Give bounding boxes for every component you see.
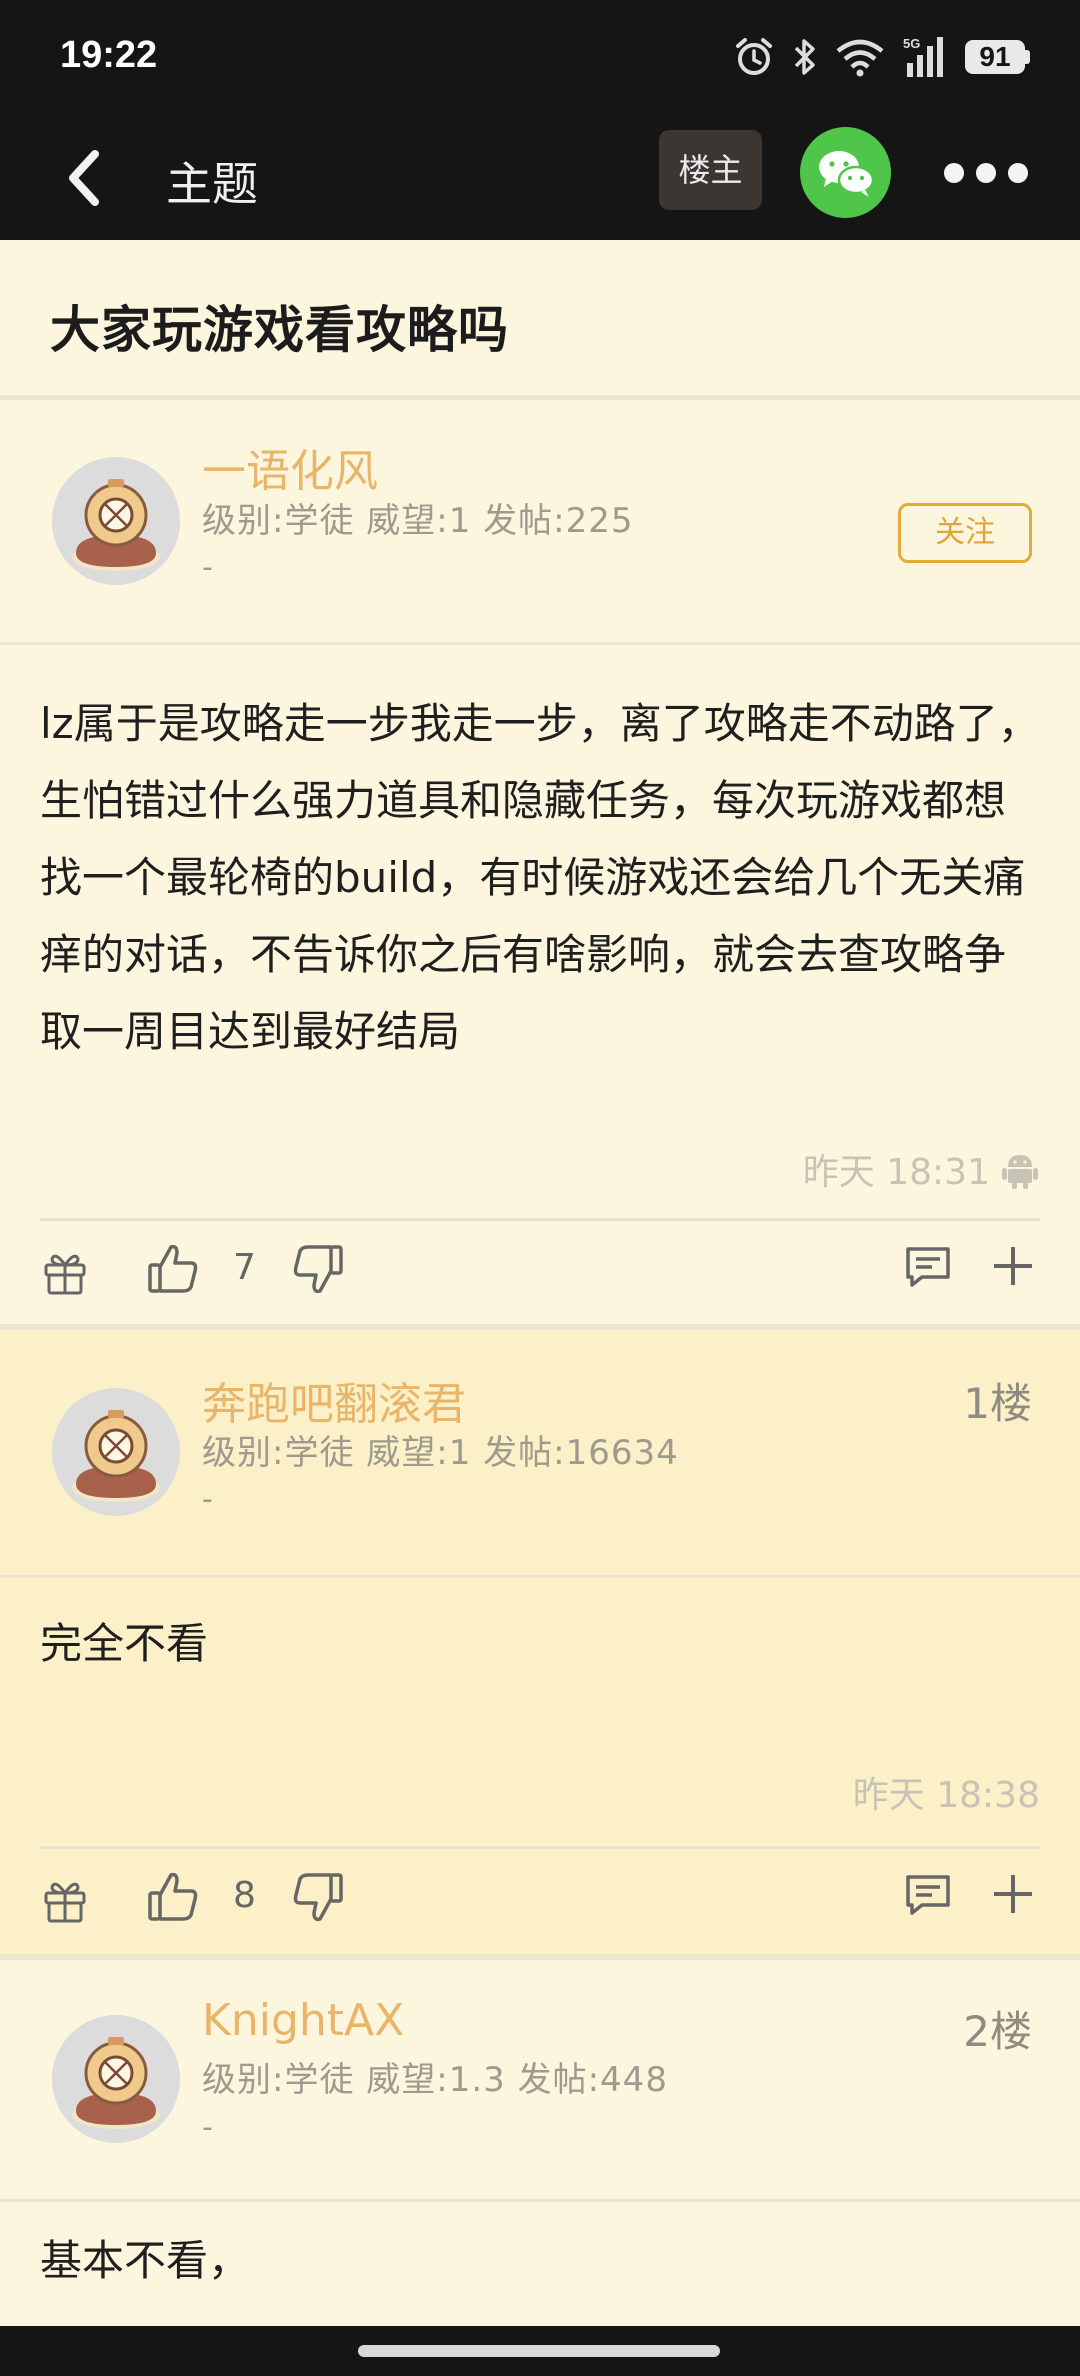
- username[interactable]: KnightAX: [202, 1995, 404, 2046]
- comment-icon[interactable]: [902, 1869, 954, 1921]
- reply-post: KnightAX 级别:学徒 威望:1.3 发帖:448 - 2楼 基本不看，: [0, 1960, 1080, 2326]
- topic-header: 大家玩游戏看攻略吗: [0, 240, 1080, 400]
- top-nav-bar: 主题 楼主: [0, 118, 1080, 240]
- topic-title: 大家玩游戏看攻略吗: [50, 301, 509, 359]
- gift-icon[interactable]: [40, 1875, 90, 1925]
- post-actions: 8: [0, 1849, 1080, 1949]
- username[interactable]: 一语化风: [202, 435, 378, 499]
- like-count: 8: [233, 1875, 256, 1916]
- user-stats: 级别:学徒 威望:1.3 发帖:448: [202, 2060, 668, 2100]
- status-time: 19:22: [60, 34, 158, 76]
- wechat-icon: [818, 150, 874, 197]
- reply-post: 奔跑吧翻滚君 级别:学徒 威望:1 发帖:16634 - 1楼 完全不看 昨天 …: [0, 1330, 1080, 1960]
- battery-level: 91: [965, 40, 1025, 74]
- plus-icon[interactable]: [990, 1871, 1036, 1917]
- post-user-header: 奔跑吧翻滚君 级别:学徒 威望:1 发帖:16634 - 1楼: [0, 1330, 1080, 1578]
- wifi-icon: [836, 39, 884, 77]
- post-timestamp: 昨天 18:38: [853, 1766, 1040, 1818]
- user-signature: -: [202, 2110, 213, 2145]
- thumbs-down-icon[interactable]: [290, 1241, 346, 1297]
- user-signature: -: [202, 550, 213, 585]
- diver-helmet-avatar-icon: [52, 1388, 180, 1516]
- post-content: 完全不看: [40, 1619, 209, 1668]
- thumbs-up-icon[interactable]: [145, 1241, 201, 1297]
- bluetooth-icon: [794, 39, 815, 75]
- wechat-share-button[interactable]: [800, 127, 891, 218]
- home-indicator[interactable]: [358, 2345, 720, 2357]
- android-icon: [1002, 1155, 1038, 1189]
- avatar[interactable]: [52, 2015, 180, 2143]
- plus-icon[interactable]: [990, 1243, 1036, 1289]
- chevron-left-icon: [69, 150, 99, 206]
- user-stats: 级别:学徒 威望:1 发帖:16634: [202, 1433, 679, 1473]
- username[interactable]: 奔跑吧翻滚君: [202, 1368, 466, 1432]
- comment-icon[interactable]: [902, 1241, 954, 1293]
- floor-number: 1楼: [963, 1379, 1032, 1428]
- thumbs-down-icon[interactable]: [290, 1869, 346, 1925]
- battery-icon: 91: [965, 40, 1030, 74]
- status-icons: 5G 91: [733, 32, 1030, 82]
- diver-helmet-avatar-icon: [52, 2015, 180, 2143]
- post-timestamp: 昨天 18:31: [803, 1143, 1040, 1195]
- post-actions: 7: [0, 1221, 1080, 1321]
- diver-helmet-avatar-icon: [52, 457, 180, 585]
- svg-text:5G: 5G: [903, 36, 920, 51]
- avatar[interactable]: [52, 1388, 180, 1516]
- alarm-icon: [736, 38, 772, 75]
- follow-button[interactable]: 关注: [898, 503, 1032, 563]
- user-signature: -: [202, 1482, 213, 1517]
- status-bar: 19:22 5G 91: [0, 0, 1080, 118]
- cellular-signal-icon: 5G: [903, 36, 943, 77]
- user-stats: 级别:学徒 威望:1 发帖:225: [202, 501, 634, 541]
- back-button[interactable]: [48, 140, 118, 216]
- post-user-header: KnightAX 级别:学徒 威望:1.3 发帖:448 - 2楼: [0, 1960, 1080, 2202]
- post-content: lz属于是攻略走一步我走一步，离了攻略走不动路了，生怕错过什么强力道具和隐藏任务…: [40, 699, 1040, 1056]
- more-dot-icon: [1008, 163, 1028, 183]
- only-op-button[interactable]: 楼主: [659, 130, 762, 210]
- avatar[interactable]: [52, 457, 180, 585]
- gift-icon[interactable]: [40, 1247, 90, 1297]
- post-time-text: 昨天 18:31: [802, 1152, 990, 1193]
- original-post: 一语化风 级别:学徒 威望:1 发帖:225 - 关注 lz属于是攻略走一步我走…: [0, 405, 1080, 1330]
- post-time-text: 昨天 18:38: [852, 1775, 1040, 1816]
- like-count: 7: [233, 1247, 256, 1288]
- post-user-header: 一语化风 级别:学徒 威望:1 发帖:225 - 关注: [0, 405, 1080, 645]
- floor-number: 2楼: [963, 2007, 1032, 2056]
- post-content: 基本不看，: [40, 2236, 251, 2285]
- more-options-button[interactable]: [936, 148, 1036, 198]
- more-dot-icon: [976, 163, 996, 183]
- gesture-nav-bar: [0, 2326, 1080, 2376]
- page-title: 主题: [166, 157, 258, 211]
- thumbs-up-icon[interactable]: [145, 1869, 201, 1925]
- more-dot-icon: [944, 163, 964, 183]
